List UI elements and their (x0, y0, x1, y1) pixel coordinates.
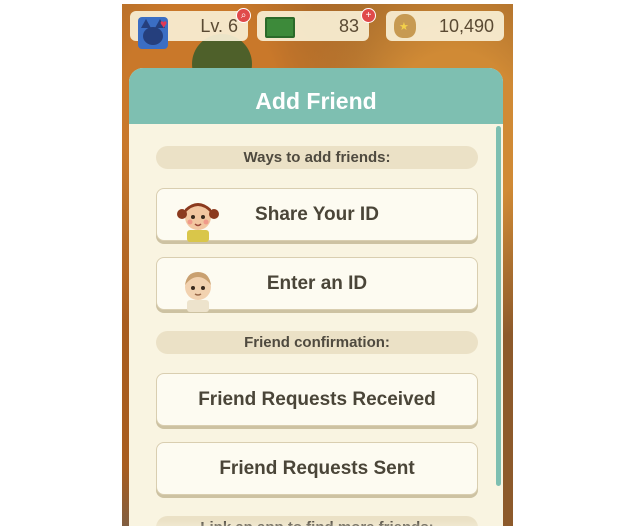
boy-villager-icon (185, 272, 211, 312)
bell-bag-icon (394, 14, 416, 38)
tickets-value: 83 (338, 15, 359, 36)
enter-id-button[interactable]: Enter an ID (156, 257, 478, 312)
tickets-pill[interactable]: + 83 (257, 8, 376, 41)
level-value: Lv. 6 (200, 15, 238, 36)
girl-villager-icon (177, 203, 219, 242)
section-label-add: Ways to add friends: (156, 146, 478, 169)
add-badge-icon: + (361, 8, 376, 23)
bells-pill: 10,490 (386, 11, 504, 41)
share-id-label: Share Your ID (255, 204, 379, 225)
requests-sent-button[interactable]: Friend Requests Sent (156, 442, 478, 495)
enter-id-label: Enter an ID (266, 273, 368, 294)
game-screen: ♥ ⌕ Lv. 6 + 83 10,490 Add Friend Ways to… (122, 4, 513, 526)
scrollbar[interactable] (496, 126, 501, 486)
search-badge-icon: ⌕ (236, 8, 251, 23)
add-friend-dialog: Add Friend Ways to add friends: Share Yo… (129, 68, 503, 526)
level-pill[interactable]: ♥ ⌕ Lv. 6 (130, 8, 251, 49)
section-label-confirm: Friend confirmation: (156, 331, 478, 354)
requests-sent-label: Friend Requests Sent (219, 458, 415, 479)
requests-received-label: Friend Requests Received (198, 389, 436, 410)
share-id-button[interactable]: Share Your ID (156, 188, 478, 242)
status-bar: ♥ ⌕ Lv. 6 + 83 10,490 (122, 4, 513, 49)
heart-icon: ♥ (160, 17, 168, 31)
scroll-fade (129, 520, 503, 526)
dialog-title: Add Friend (129, 68, 503, 124)
bells-value: 10,490 (438, 15, 494, 36)
leaf-ticket-icon (265, 17, 295, 38)
requests-received-button[interactable]: Friend Requests Received (156, 373, 478, 426)
